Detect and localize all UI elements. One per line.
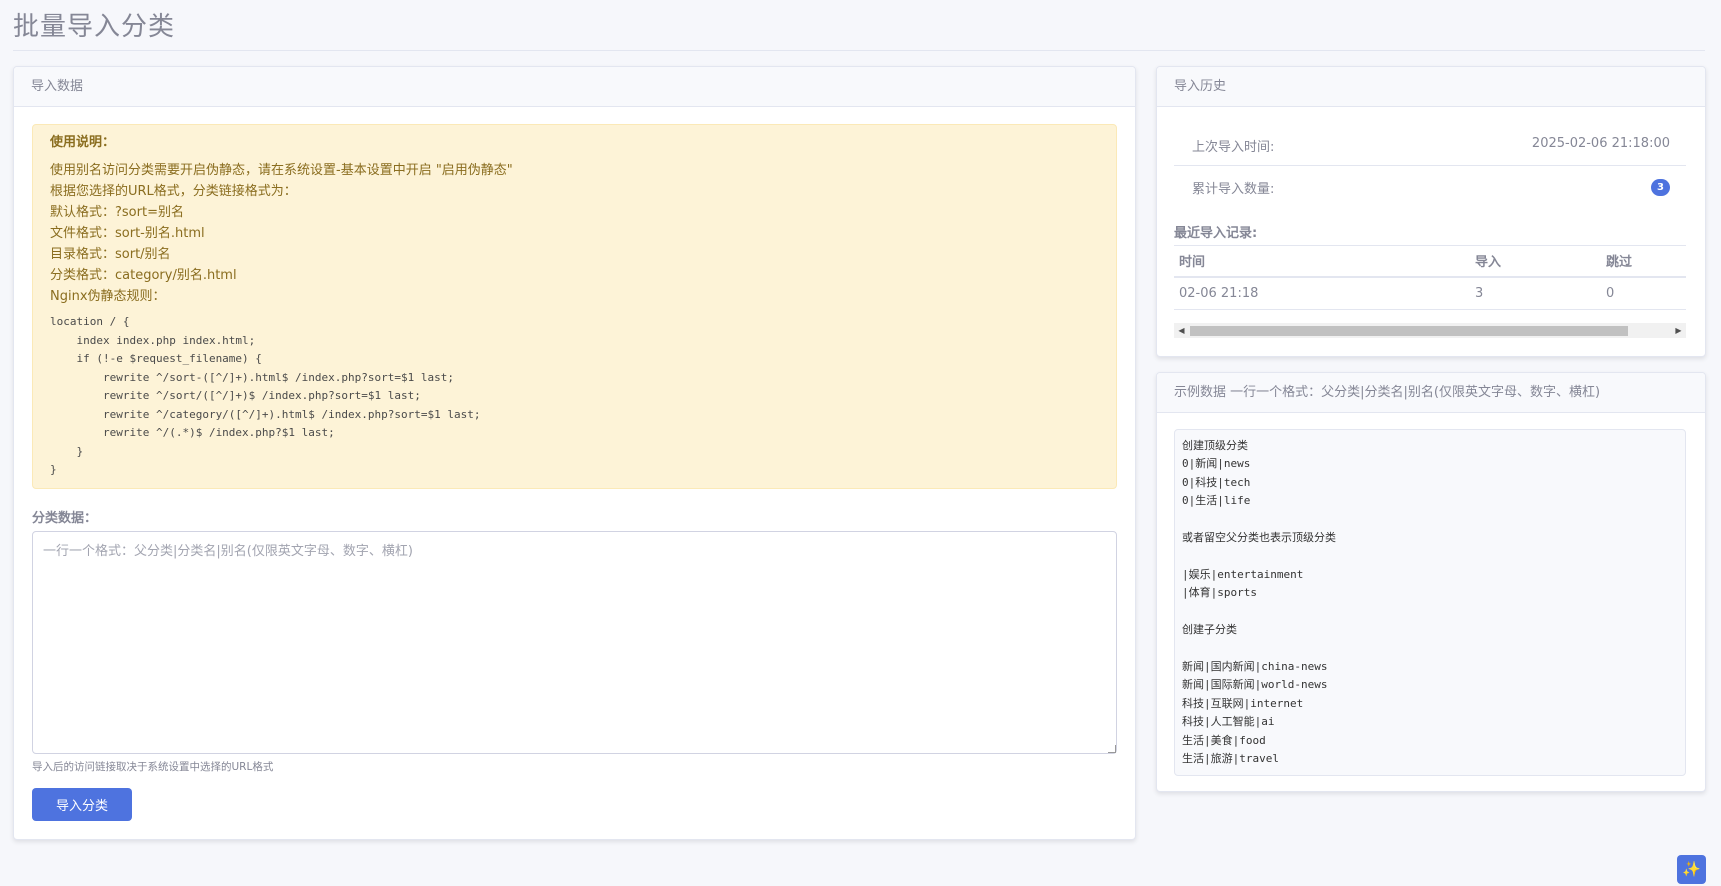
page-title: 批量导入分类 (13, 12, 176, 42)
col-time-header: 时间 (1174, 245, 1470, 278)
table-row: 02-06 21:18 3 0 (1174, 276, 1686, 310)
col-skipped-header: 跳过 (1601, 245, 1686, 278)
horizontal-scrollbar[interactable]: ◀ ▶ (1174, 323, 1686, 338)
category-data-label: 分类数据： (32, 511, 98, 526)
notice-line: 目录格式：sort/别名 (50, 247, 171, 262)
cell-time: 02-06 21:18 (1174, 276, 1470, 310)
history-table: 时间 导入 跳过 02-06 21:18 3 0 (1174, 245, 1686, 310)
notice-line: 文件格式：sort-别名.html (50, 226, 205, 241)
example-data-box: 创建顶级分类 0|新闻|news 0|科技|tech 0|生活|life 或者留… (1174, 429, 1686, 776)
total-import-badge: 3 (1651, 179, 1670, 196)
total-import-row: 累计导入数量: 3 (1174, 166, 1686, 208)
cell-skipped: 0 (1601, 276, 1686, 310)
notice-line: 默认格式：?sort=别名 (50, 205, 184, 220)
recent-imports-label: 最近导入记录: (1174, 226, 1258, 241)
title-divider (13, 50, 1705, 51)
scroll-left-icon[interactable]: ◀ (1174, 323, 1189, 338)
nginx-rules-code: location / { index index.php index.html;… (50, 315, 481, 476)
import-card-header: 导入数据 (14, 67, 1135, 107)
col-imported-header: 导入 (1470, 245, 1601, 278)
last-import-row: 上次导入时间: 2025-02-06 21:18:00 (1174, 124, 1686, 166)
sparkle-icon[interactable]: ✨ (1677, 855, 1706, 884)
import-card: 导入数据 使用说明： 使用别名访问分类需要开启伪静态，请在系统设置-基本设置中开… (13, 66, 1136, 840)
scrollbar-thumb[interactable] (1190, 326, 1628, 336)
example-data-content: 创建顶级分类 0|新闻|news 0|科技|tech 0|生活|life 或者留… (1182, 439, 1336, 765)
notice-line: 分类格式：category/别名.html (50, 268, 237, 283)
category-data-textarea[interactable] (32, 531, 1117, 754)
help-text: 导入后的访问链接取决于系统设置中选择的URL格式 (32, 761, 274, 773)
notice-title: 使用说明： (50, 135, 116, 150)
notice-line: 使用别名访问分类需要开启伪静态，请在系统设置-基本设置中开启 "启用伪静态" (50, 163, 513, 178)
notice-line: 根据您选择的URL格式，分类链接格式为： (50, 184, 297, 199)
cell-imported: 3 (1470, 276, 1601, 310)
total-import-label: 累计导入数量: (1192, 182, 1275, 197)
usage-notice: 使用说明： 使用别名访问分类需要开启伪静态，请在系统设置-基本设置中开启 "启用… (32, 124, 1117, 489)
table-header-row: 时间 导入 跳过 (1174, 245, 1686, 278)
example-card-header: 示例数据 一行一个格式：父分类|分类名|别名(仅限英文字母、数字、横杠) (1157, 373, 1705, 413)
history-card-header: 导入历史 (1157, 67, 1705, 107)
notice-line: Nginx伪静态规则： (50, 289, 166, 304)
resize-grip-icon[interactable] (1108, 745, 1116, 753)
last-import-label: 上次导入时间: (1192, 140, 1275, 155)
last-import-value: 2025-02-06 21:18:00 (1531, 136, 1670, 151)
history-card: 导入历史 上次导入时间: 2025-02-06 21:18:00 累计导入数量:… (1156, 66, 1706, 357)
import-categories-button[interactable]: 导入分类 (32, 788, 132, 821)
scroll-right-icon[interactable]: ▶ (1671, 323, 1686, 338)
example-card: 示例数据 一行一个格式：父分类|分类名|别名(仅限英文字母、数字、横杠) 创建顶… (1156, 372, 1706, 792)
